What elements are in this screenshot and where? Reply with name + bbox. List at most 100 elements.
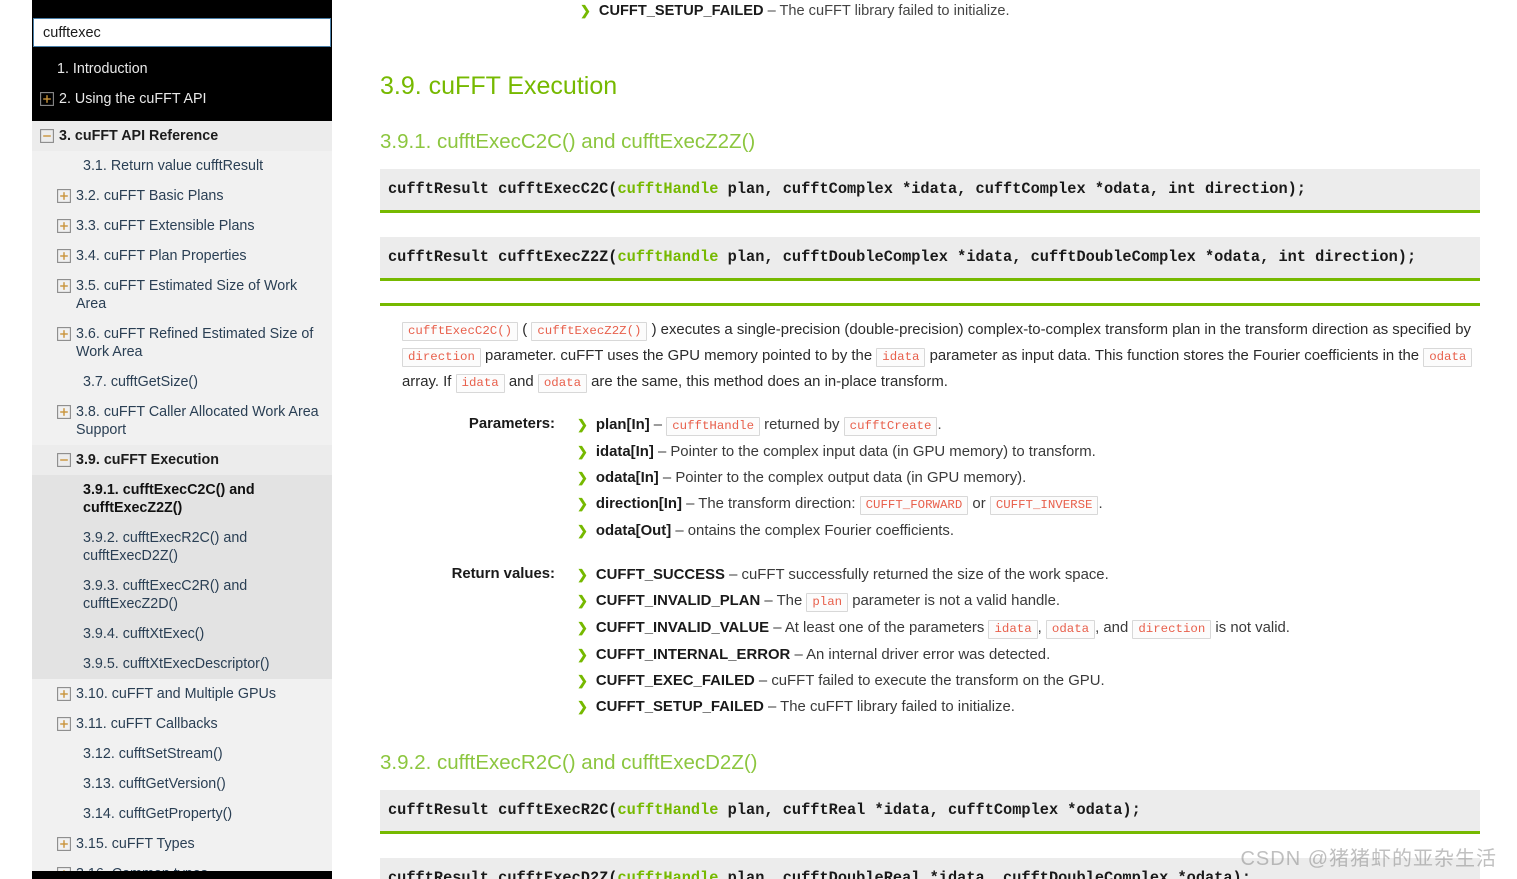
- bullet-text: Pointer to the complex output data (in G…: [675, 470, 1027, 486]
- inline-code: CUFFT_FORWARD: [859, 496, 969, 515]
- code-type-highlight: cufftHandle: [617, 869, 719, 879]
- sidebar-item-3-13[interactable]: 3.13. cufftGetVersion(): [32, 769, 332, 799]
- bullet-text: At least one of the parameters: [784, 620, 989, 636]
- desc-text: ) executes a single-precision (double-pr…: [647, 322, 1471, 338]
- inline-code: direction: [1132, 620, 1212, 639]
- expand-icon[interactable]: [57, 189, 71, 203]
- desc-text: array. If: [402, 374, 456, 390]
- sidebar-item-3-10[interactable]: 3.10. cuFFT and Multiple GPUs: [32, 679, 332, 709]
- bullet-text: returned by: [760, 417, 844, 433]
- code-signature-z2z: cufftResult cufftExecZ2Z(cufftHandle pla…: [380, 237, 1480, 281]
- sidebar-item-3-9[interactable]: 3.9. cuFFT Execution: [32, 445, 332, 475]
- sidebar-item-3-9-3[interactable]: 3.9.3. cufftExecC2R() and cufftExecZ2D(): [32, 571, 332, 619]
- bullet-term: CUFFT_EXEC_FAILED: [595, 673, 755, 689]
- bullet-term: direction[In]: [595, 496, 682, 512]
- chevron-right-icon: ❯: [577, 567, 588, 582]
- return-value-bullet: ❯ CUFFT_INTERNAL_ERROR – An internal driv…: [577, 642, 1480, 668]
- sidebar-gutter: [0, 0, 32, 879]
- return-value-bullet: ❯ CUFFT_EXEC_FAILED – cuFFT failed to exe…: [577, 668, 1480, 694]
- bullet-term: CUFFT_SETUP_FAILED: [598, 3, 764, 19]
- sidebar-item-3-2[interactable]: 3.2. cuFFT Basic Plans: [32, 181, 332, 211]
- sidebar-item-label: 3.14. cufftGetProperty(): [83, 806, 233, 822]
- sidebar-item-label: 3.9.4. cufftXtExec(): [83, 626, 205, 642]
- bullet-text: .: [937, 417, 942, 433]
- bullet-dash: –: [760, 593, 777, 609]
- sidebar-item-3-cufft-api-reference[interactable]: 3. cuFFT API Reference: [32, 121, 332, 151]
- page-title: 3.9. cuFFT Execution: [380, 72, 618, 100]
- inline-code: plan: [806, 593, 849, 612]
- sidebar-item-label: 1. Introduction: [57, 61, 148, 77]
- sidebar-item-3-4[interactable]: 3.4. cuFFT Plan Properties: [32, 241, 332, 271]
- expand-icon[interactable]: [57, 279, 71, 293]
- sidebar-item-3-5[interactable]: 3.5. cuFFT Estimated Size of Work Area: [32, 271, 332, 319]
- expand-icon[interactable]: [57, 327, 71, 341]
- expand-icon[interactable]: [57, 405, 71, 419]
- sidebar-item-3-7[interactable]: 3.7. cufftGetSize(): [32, 367, 332, 397]
- expand-icon[interactable]: [57, 837, 71, 851]
- bullet-term: odata[Out]: [595, 523, 672, 539]
- expand-icon[interactable]: [57, 249, 71, 263]
- sidebar-item-3-11[interactable]: 3.11. cuFFT Callbacks: [32, 709, 332, 739]
- search-input[interactable]: [33, 18, 331, 47]
- sidebar-item-3-8[interactable]: 3.8. cuFFT Caller Allocated Work Area Su…: [32, 397, 332, 445]
- sidebar-item-3-9-4[interactable]: 3.9.4. cufftXtExec(): [32, 619, 332, 649]
- sidebar-item-label: 3.10. cuFFT and Multiple GPUs: [76, 686, 276, 702]
- bullet-text: cuFFT failed to execute the transform on…: [771, 673, 1105, 689]
- sidebar-item-2-using-the-cufft-api[interactable]: 2. Using the cuFFT API: [32, 84, 332, 114]
- subsection-1-title: 3.9.1. cufftExecC2C() and cufftExecZ2Z(): [380, 130, 756, 153]
- sidebar-item-label: 3.2. cuFFT Basic Plans: [76, 188, 224, 204]
- bullet-dash: –: [769, 620, 785, 636]
- sidebar-item-3-9-1[interactable]: 3.9.1. cufftExecC2C() and cufftExecZ2Z(): [32, 475, 332, 523]
- chevron-right-icon: ❯: [577, 496, 588, 511]
- return-value-bullet: ❯ CUFFT_INVALID_VALUE – At least one of t…: [577, 615, 1480, 642]
- sidebar-item-1-introduction[interactable]: 1. Introduction: [32, 54, 332, 84]
- expand-icon[interactable]: [40, 92, 54, 106]
- return-values-row: Return values: ❯ CUFFT_SUCCESS – cuFFT su…: [402, 562, 1480, 720]
- sidebar-bottom-strip: [32, 871, 332, 879]
- code-type-highlight: cufftHandle: [617, 248, 719, 266]
- bullet-term: CUFFT_INTERNAL_ERROR: [595, 647, 791, 663]
- expand-icon[interactable]: [57, 717, 71, 731]
- inline-code: CUFFT_INVERSE: [989, 496, 1099, 515]
- inline-code: cufftHandle: [666, 417, 761, 436]
- sidebar-item-label: 3.9.5. cufftXtExecDescriptor(): [83, 656, 270, 672]
- bullet-dash: –: [681, 496, 699, 512]
- desc-text: and: [504, 374, 538, 390]
- sidebar-item-3-15[interactable]: 3.15. cuFFT Types: [32, 829, 332, 859]
- chevron-right-icon: ❯: [577, 647, 588, 662]
- sidebar-item-3-14[interactable]: 3.14. cufftGetProperty(): [32, 799, 332, 829]
- sidebar-item-label: 3.15. cuFFT Types: [76, 836, 195, 852]
- bullet-text: parameter is not a valid handle.: [848, 593, 1061, 609]
- bullet-text: The: [776, 593, 807, 609]
- desc-text: are the same, this method does an in-pla…: [587, 374, 948, 390]
- parameters-row: Parameters: ❯ plan[In] – cufftHandle retu…: [402, 412, 1480, 544]
- collapse-icon[interactable]: [57, 453, 71, 467]
- inline-code: odata: [1045, 620, 1096, 639]
- sidebar-item-3-12[interactable]: 3.12. cufftSetStream(): [32, 739, 332, 769]
- sidebar-item-label: 2. Using the cuFFT API: [59, 91, 207, 107]
- sidebar-item-3-9-2[interactable]: 3.9.2. cufftExecR2C() and cufftExecD2Z(): [32, 523, 332, 571]
- inline-code: direction: [402, 348, 481, 367]
- chevron-right-icon: ❯: [577, 699, 588, 714]
- sidebar-panel: 1. Introduction 2. Using the cuFFT API 3.…: [32, 0, 332, 879]
- collapse-icon[interactable]: [40, 129, 54, 143]
- chevron-right-icon: ❯: [577, 593, 588, 608]
- sidebar-item-3-1[interactable]: 3.1. Return value cufftResult: [32, 151, 332, 181]
- code-signature-r2c: cufftResult cufftExecR2C(cufftHandle pla…: [380, 790, 1480, 834]
- previous-section-bullet: ❯ CUFFT_SETUP_FAILED – The cuFFT library…: [580, 0, 1480, 21]
- sidebar-item-3-3[interactable]: 3.3. cuFFT Extensible Plans: [32, 211, 332, 241]
- expand-icon[interactable]: [57, 219, 71, 233]
- bullet-term: CUFFT_SUCCESS: [595, 567, 725, 583]
- code-pre: cufftResult cufftExecZ2Z(: [388, 248, 618, 266]
- expand-icon[interactable]: [57, 687, 71, 701]
- chevron-right-icon: ❯: [577, 673, 588, 688]
- desc-text: parameter as input data. This function s…: [925, 348, 1424, 364]
- sidebar-item-3-9-5[interactable]: 3.9.5. cufftXtExecDescriptor(): [32, 649, 332, 679]
- sidebar-item-label: 3.12. cufftSetStream(): [83, 746, 223, 762]
- documentation-page: 1. Introduction 2. Using the cuFFT API 3.…: [0, 0, 1517, 879]
- sidebar-item-3-6[interactable]: 3.6. cuFFT Refined Estimated Size of Wor…: [32, 319, 332, 367]
- code-post: plan, cufftDoubleComplex *idata, cufftDo…: [718, 248, 1417, 266]
- subsection-2-title: 3.9.2. cufftExecR2C() and cufftExecD2Z(): [380, 751, 758, 774]
- sidebar-subsection-execution: 3.9.1. cufftExecC2C() and cufftExecZ2Z()…: [32, 475, 332, 679]
- chevron-right-icon: ❯: [577, 444, 588, 459]
